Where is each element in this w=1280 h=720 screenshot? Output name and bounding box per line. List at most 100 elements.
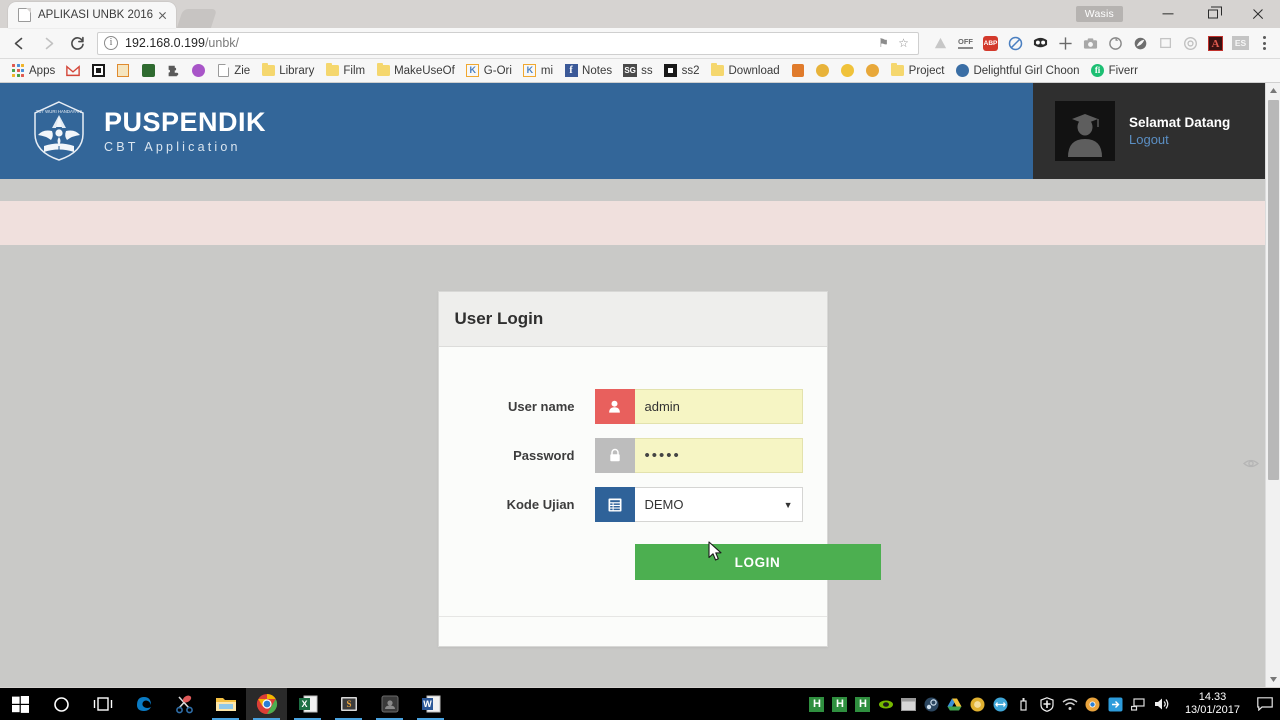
bookmark-notes[interactable]: f Notes <box>559 61 617 81</box>
reload-button[interactable] <box>63 29 92 58</box>
bookmark-pin-icon[interactable]: ⚑ <box>875 36 892 50</box>
bookmark-download[interactable]: Download <box>706 61 785 81</box>
teamviewer-icon[interactable] <box>990 688 1012 720</box>
defender-shield-icon[interactable] <box>1036 688 1058 720</box>
forward-button[interactable] <box>34 29 63 58</box>
bookmark-orange-tag[interactable] <box>786 61 810 81</box>
window-icon[interactable] <box>898 688 920 720</box>
nvidia-icon[interactable] <box>875 688 897 720</box>
username-input[interactable]: admin <box>634 389 803 424</box>
password-input[interactable]: ••••• <box>634 438 803 473</box>
main-content: User Login User name admin Password ••••… <box>0 245 1265 687</box>
browser-tab[interactable]: APLIKASI UNBK 2016 <box>8 2 176 28</box>
h-icon-2[interactable]: H <box>829 688 851 720</box>
new-tab-button[interactable] <box>176 9 218 28</box>
crosshair-icon[interactable] <box>1053 29 1078 58</box>
task-view-button[interactable] <box>82 688 123 720</box>
bookmark-star-icon[interactable]: ☆ <box>895 36 912 50</box>
off-toggle-icon[interactable]: OFF <box>953 29 978 58</box>
page-scrollbar[interactable] <box>1265 83 1280 687</box>
bookmark-zie[interactable]: Zie <box>211 61 255 81</box>
usb-eject-icon[interactable] <box>1013 688 1035 720</box>
file-explorer-button[interactable] <box>205 688 246 720</box>
bookmark-project[interactable]: Project <box>886 61 950 81</box>
steam-icon[interactable] <box>921 688 943 720</box>
idm-icon[interactable] <box>1105 688 1127 720</box>
eye-icon[interactable] <box>1242 456 1259 468</box>
scroll-up-arrow-icon[interactable] <box>1266 83 1280 98</box>
volume-icon[interactable] <box>1151 688 1173 720</box>
taskbar-clock[interactable]: 14.33 13/01/2017 <box>1177 691 1250 717</box>
logout-link[interactable]: Logout <box>1129 132 1230 147</box>
bookmark-apps[interactable]: Apps <box>6 61 60 81</box>
snipping-tool-button[interactable] <box>164 688 205 720</box>
chrome-icon[interactable] <box>1082 688 1104 720</box>
sublime-button[interactable]: S <box>328 688 369 720</box>
profile-chip[interactable]: Wasis <box>1075 6 1123 22</box>
bookmark-emoji-scream[interactable] <box>861 61 885 81</box>
chrome-button[interactable] <box>246 688 287 720</box>
site-info-icon[interactable]: i <box>104 36 118 50</box>
bookmark-shield[interactable] <box>136 61 160 81</box>
address-bar[interactable]: i 192.168.0.199/unbk/ ⚑ ☆ <box>97 31 919 55</box>
bookmark-makeuseof[interactable]: MakeUseOf <box>371 61 460 81</box>
bookmark-ss[interactable]: SG ss <box>618 61 658 81</box>
chrome-menu-icon[interactable] <box>1253 29 1275 58</box>
refresh-circle-icon[interactable] <box>1103 29 1128 58</box>
bookmark-delightful-girl[interactable]: Delightful Girl Choon <box>950 61 1084 81</box>
app-button[interactable] <box>369 688 410 720</box>
es-translate-icon[interactable]: ES <box>1228 29 1253 58</box>
search-button[interactable] <box>41 688 82 720</box>
kode-ujian-select[interactable]: DEMO ▼ <box>634 487 803 522</box>
emoji-scream-icon <box>866 64 880 78</box>
bookmark-mi[interactable]: Kmi <box>518 61 558 81</box>
ccleaner-icon[interactable] <box>967 688 989 720</box>
word-button[interactable]: W <box>410 688 451 720</box>
network-icon[interactable] <box>1128 688 1150 720</box>
edge-button[interactable] <box>123 688 164 720</box>
svg-text:W: W <box>423 699 432 709</box>
taskbar-apps: X S W <box>0 688 451 720</box>
login-button[interactable]: LOGIN <box>634 544 881 580</box>
page-icon <box>216 64 230 78</box>
tab-close-icon[interactable] <box>155 8 170 23</box>
adobe-reader-icon[interactable]: A <box>1203 29 1228 58</box>
bookmark-fiverr[interactable]: fi Fiverr <box>1086 61 1143 81</box>
bookmark-g-ori[interactable]: K G-Ori <box>461 61 517 81</box>
back-button[interactable] <box>5 29 34 58</box>
bookmark-emoji-cool[interactable] <box>811 61 835 81</box>
adblock-plus-icon[interactable]: ABP <box>978 29 1003 58</box>
circle-target-icon[interactable] <box>1178 29 1203 58</box>
opera-leaf-icon[interactable] <box>1128 29 1153 58</box>
book-icon <box>116 64 130 78</box>
wifi-icon[interactable] <box>1059 688 1081 720</box>
no-entry-icon[interactable] <box>1003 29 1028 58</box>
excel-button[interactable]: X <box>287 688 328 720</box>
scrollbar-thumb[interactable] <box>1268 100 1279 480</box>
mask-icon[interactable] <box>1028 29 1053 58</box>
h-icon-3[interactable]: H <box>852 688 874 720</box>
green-shield-icon <box>141 64 155 78</box>
maximize-button[interactable] <box>1190 0 1235 28</box>
action-center-button[interactable] <box>1250 688 1280 720</box>
scroll-down-arrow-icon[interactable] <box>1266 672 1280 687</box>
puzzle-icon <box>166 64 180 78</box>
bookmark-library[interactable]: Library <box>256 61 319 81</box>
close-button[interactable] <box>1235 0 1280 28</box>
bookmark-book[interactable] <box>111 61 135 81</box>
start-button[interactable] <box>0 688 41 720</box>
h-icon-1[interactable]: H <box>806 688 828 720</box>
bookmark-gmail[interactable] <box>61 61 85 81</box>
bookmark-puzzle[interactable] <box>161 61 185 81</box>
camera-icon[interactable] <box>1078 29 1103 58</box>
bookmark-ss2[interactable]: ss2 <box>659 61 705 81</box>
popout-window-icon[interactable] <box>1153 29 1178 58</box>
bookmark-film[interactable]: Film <box>320 61 370 81</box>
google-drive-icon[interactable] <box>928 29 953 58</box>
google-drive-icon[interactable] <box>944 688 966 720</box>
bookmark-label: G-Ori <box>483 64 512 77</box>
minimize-button[interactable] <box>1145 0 1190 28</box>
bookmark-emoji-wink[interactable] <box>836 61 860 81</box>
bookmark-purple[interactable] <box>186 61 210 81</box>
bookmark-black-square[interactable] <box>86 61 110 81</box>
